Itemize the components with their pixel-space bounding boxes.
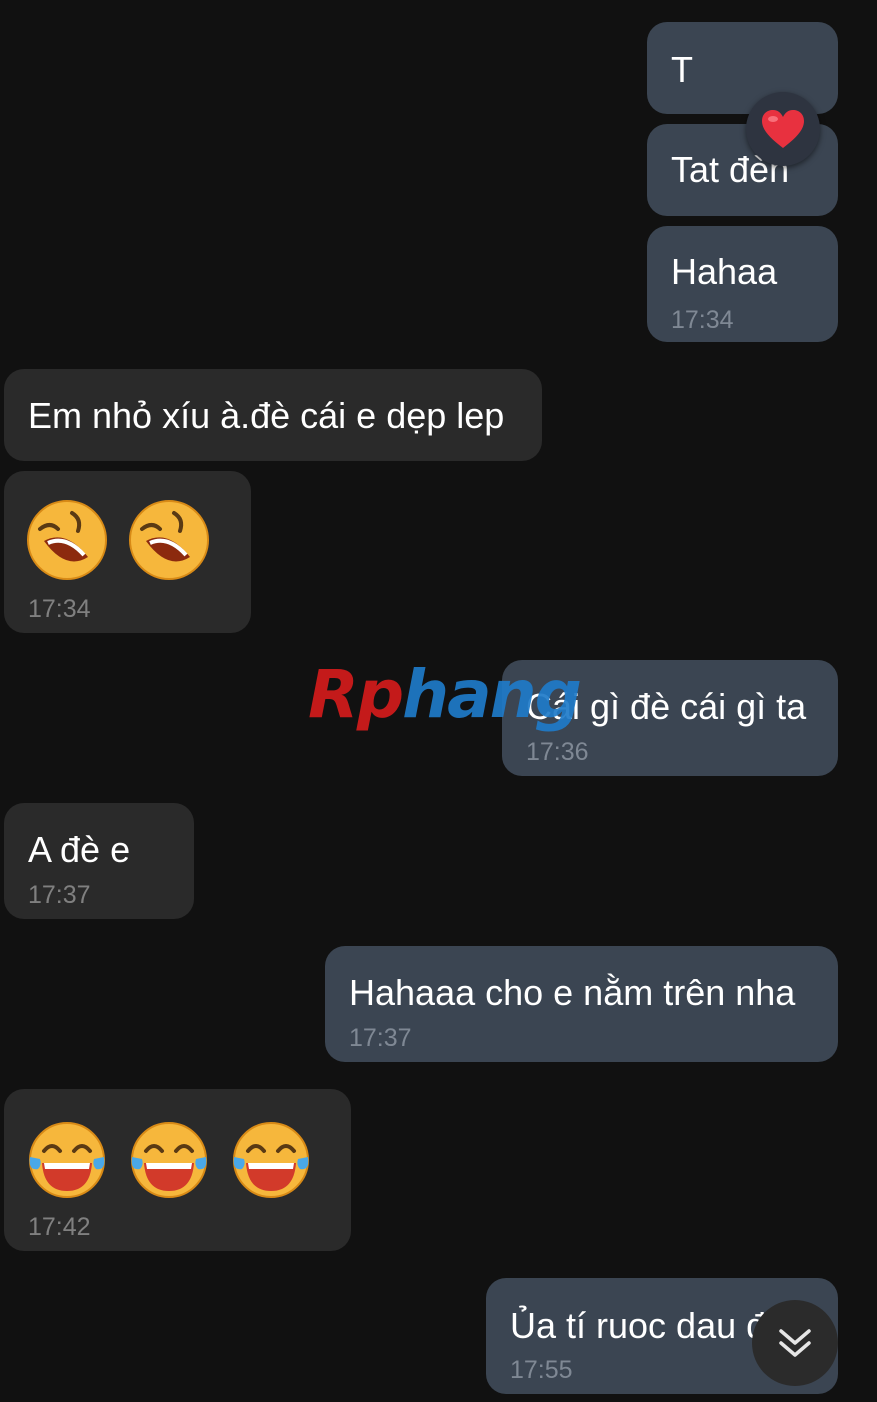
- message-reaction[interactable]: [746, 92, 820, 166]
- tears-of-joy-face-icon: [128, 1119, 210, 1201]
- message-text: Em nhỏ xíu à.đè cái e dẹp lep: [28, 395, 505, 436]
- message-time: 17:55: [510, 1356, 573, 1384]
- message-time: 17:42: [28, 1213, 91, 1241]
- message-bubble-incoming[interactable]: 17:34: [4, 471, 251, 633]
- message-bubble-outgoing[interactable]: T: [647, 22, 838, 114]
- message-time: 17:37: [349, 1024, 412, 1052]
- message-bubble-incoming[interactable]: 17:42: [4, 1089, 351, 1251]
- message-time: 17:34: [671, 306, 734, 334]
- tears-of-joy-face-icon: [230, 1119, 312, 1201]
- message-text: Hahaaa cho e nằm trên nha: [349, 972, 796, 1013]
- double-chevron-down-icon: [779, 1329, 811, 1357]
- tears-of-joy-face-icon: [26, 1119, 108, 1201]
- message-time: 17:36: [526, 738, 589, 766]
- message-text: T: [671, 49, 693, 90]
- message-text: A đè e: [28, 829, 131, 870]
- message-bubble-incoming[interactable]: Em nhỏ xíu à.đè cái e dẹp lep: [4, 369, 542, 461]
- watermark-part-blue: hang: [402, 656, 582, 733]
- message-time: 17:37: [28, 881, 91, 909]
- watermark-part-red: Rp: [308, 656, 404, 733]
- message-time: 17:34: [28, 595, 91, 623]
- message-bubble-incoming[interactable]: A đè e 17:37: [4, 803, 194, 919]
- laughing-face-icon: [128, 499, 210, 581]
- heart-icon: [762, 110, 804, 148]
- laughing-face-icon: [26, 499, 108, 581]
- message-text: Ủa tí ruoc dau đ: [510, 1305, 767, 1346]
- message-bubble-outgoing[interactable]: Hahaaa cho e nằm trên nha 17:37: [325, 946, 838, 1062]
- message-bubble-outgoing[interactable]: Hahaa 17:34: [647, 226, 838, 342]
- watermark-logo: Rphang: [308, 662, 582, 728]
- scroll-to-bottom-button[interactable]: [752, 1300, 838, 1386]
- message-text: Hahaa: [671, 251, 778, 292]
